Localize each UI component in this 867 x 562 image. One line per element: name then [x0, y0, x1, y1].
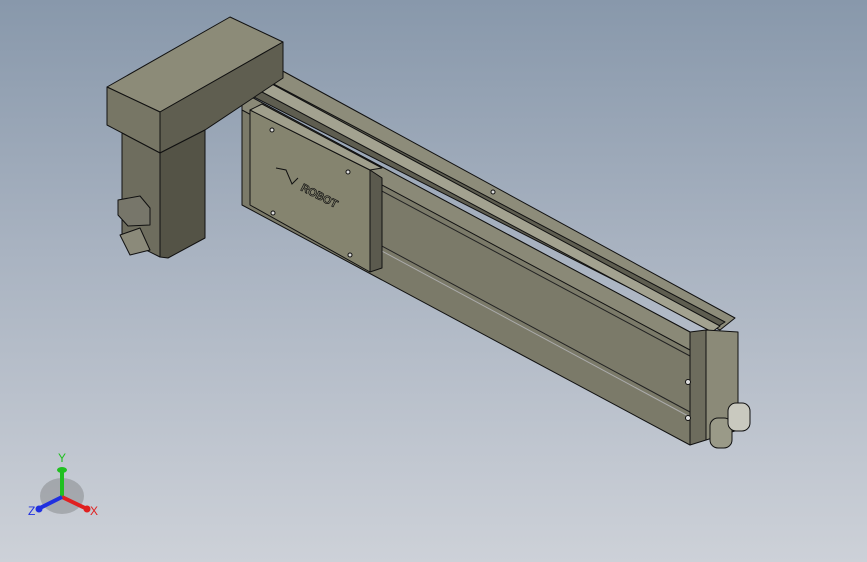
axis-triad[interactable]: Y X Z	[28, 451, 98, 518]
screw	[685, 415, 691, 421]
screw	[270, 210, 276, 216]
screw	[345, 169, 351, 175]
carriage-side	[369, 169, 383, 273]
screw	[685, 379, 691, 385]
z-axis-label: Z	[28, 504, 35, 518]
screw	[269, 127, 275, 133]
y-axis-label: Y	[58, 451, 66, 465]
cad-viewport[interactable]: ROBOT Y X Z	[0, 0, 867, 562]
linear-actuator-model[interactable]	[106, 16, 751, 449]
screw	[347, 252, 353, 258]
y-axis-head	[57, 467, 67, 473]
z-axis-head	[35, 505, 43, 513]
x-axis-label: X	[90, 504, 98, 518]
end-cap-front	[689, 329, 707, 446]
motor-body-side	[159, 129, 206, 259]
screw	[490, 189, 496, 195]
